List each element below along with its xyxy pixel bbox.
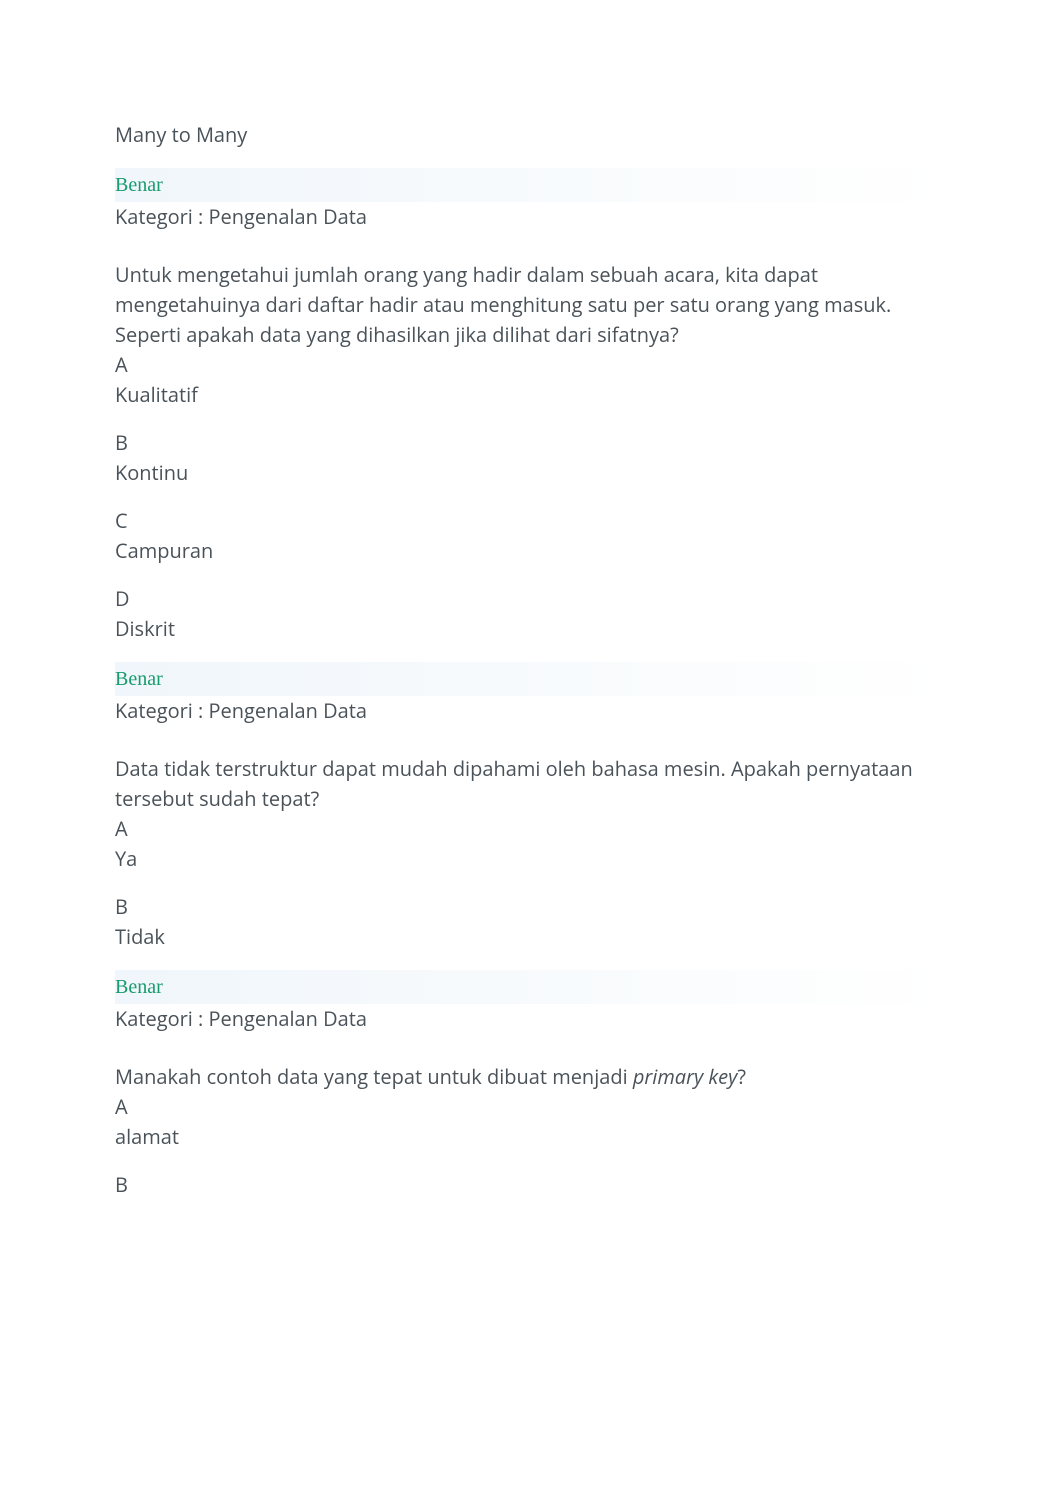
option-label: Ya xyxy=(115,844,947,874)
option-label: Kontinu xyxy=(115,458,947,488)
q2-category: Kategori : Pengenalan Data xyxy=(115,696,947,726)
option-letter: A xyxy=(115,350,947,380)
q1-visible-option: Many to Many xyxy=(115,120,947,150)
option-letter: C xyxy=(115,506,947,536)
q2-line1: Untuk mengetahui jumlah orang yang hadir… xyxy=(115,260,947,320)
q3-status: Benar xyxy=(115,970,947,1004)
q4-line1-pre: Manakah contoh data yang tepat untuk dib… xyxy=(115,1063,633,1090)
q1-status: Benar xyxy=(115,168,947,202)
q4-line1-italic: primary key xyxy=(633,1063,738,1090)
option-label: Kualitatif xyxy=(115,380,947,410)
option-letter: B xyxy=(115,428,947,458)
option-label: Diskrit xyxy=(115,614,947,644)
q2-option-d[interactable]: D Diskrit xyxy=(115,584,947,644)
option-letter: A xyxy=(115,814,947,844)
q4-option-b[interactable]: B xyxy=(115,1170,947,1200)
q2-option-c[interactable]: C Campuran xyxy=(115,506,947,566)
q1-category: Kategori : Pengenalan Data xyxy=(115,202,947,232)
option-letter: B xyxy=(115,892,947,922)
q4-line1-post: ? xyxy=(737,1063,746,1090)
q2-status: Benar xyxy=(115,662,947,696)
q3-category: Kategori : Pengenalan Data xyxy=(115,1004,947,1034)
option-label: Tidak xyxy=(115,922,947,952)
option-label: Campuran xyxy=(115,536,947,566)
option-label: alamat xyxy=(115,1122,947,1152)
q3-option-a[interactable]: A Ya xyxy=(115,814,947,874)
q4-option-a[interactable]: A alamat xyxy=(115,1092,947,1152)
option-letter: D xyxy=(115,584,947,614)
q3-option-b[interactable]: B Tidak xyxy=(115,892,947,952)
option-letter: A xyxy=(115,1092,947,1122)
q3-line1: Data tidak terstruktur dapat mudah dipah… xyxy=(115,754,947,814)
q4-line1: Manakah contoh data yang tepat untuk dib… xyxy=(115,1062,947,1092)
q2-line2: Seperti apakah data yang dihasilkan jika… xyxy=(115,320,947,350)
q2-option-a[interactable]: A Kualitatif xyxy=(115,350,947,410)
q2-option-b[interactable]: B Kontinu xyxy=(115,428,947,488)
option-letter: B xyxy=(115,1170,947,1200)
